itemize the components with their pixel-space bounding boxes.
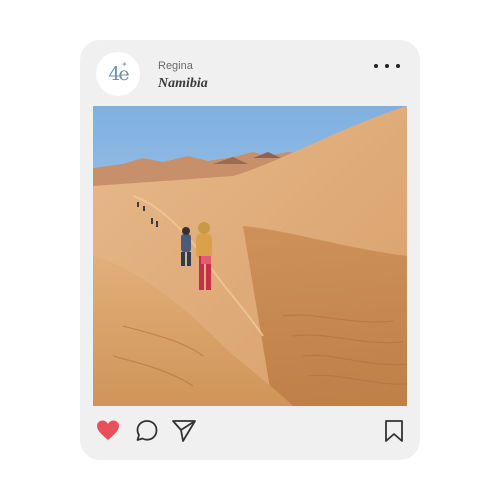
- post-photo[interactable]: [93, 106, 407, 406]
- desert-dune-image: [93, 106, 407, 406]
- heart-icon: [97, 420, 119, 440]
- sparkle-icon: ✦: [121, 60, 128, 69]
- post-card: 4e ✦ Regina Namibia: [80, 40, 420, 460]
- username[interactable]: Regina: [158, 60, 193, 72]
- save-button[interactable]: [381, 418, 407, 444]
- comment-button[interactable]: [134, 418, 160, 444]
- share-button[interactable]: [171, 418, 197, 444]
- send-icon: [172, 420, 196, 442]
- location[interactable]: Namibia: [158, 76, 208, 92]
- bookmark-icon: [385, 420, 403, 442]
- more-options-icon[interactable]: [374, 58, 400, 74]
- like-button[interactable]: [95, 418, 121, 444]
- comment-icon: [136, 420, 158, 441]
- avatar[interactable]: 4e ✦: [96, 52, 140, 96]
